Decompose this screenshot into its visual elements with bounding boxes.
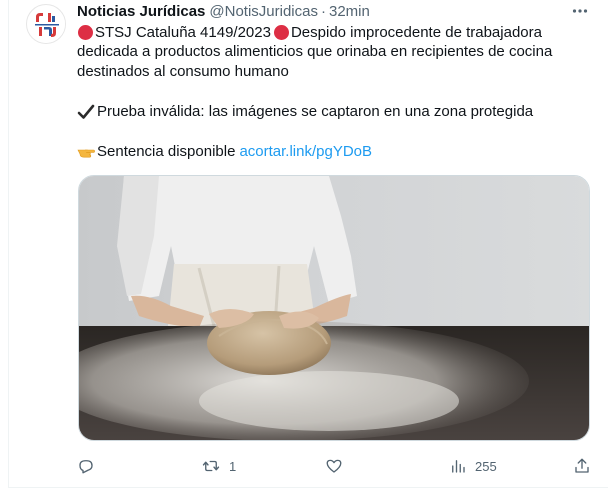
author-name[interactable]: Noticias Jurídicas [77,3,205,20]
tweet-image[interactable] [78,175,590,441]
reply-icon [79,460,93,474]
tweet-text-line-2: dedicada a productos alimenticios que or… [77,43,553,60]
tweet-text-line-3: destinados al consumo humano [77,63,289,80]
avatar[interactable] [26,4,66,44]
heart-icon [326,459,342,473]
tweet-text: Prueba inválida: las imágenes se captaro… [97,103,534,120]
check-mark-icon [77,104,95,119]
pointing-hand-icon [77,149,95,158]
kneading-dough-photo-icon [79,176,589,440]
separator: · [320,2,326,20]
analytics-icon [452,460,465,473]
tweet-text-line-1: STSJ Cataluña 4149/2023 Despido improced… [77,23,597,43]
retweet-button[interactable]: 1 [201,456,236,476]
like-button[interactable] [325,456,351,476]
short-link[interactable]: acortar.link/pgYDoB [239,142,372,162]
tweet-text-line-5: Sentencia disponible acortar.link/pgYDoB [77,142,597,162]
views-count: 255 [475,458,497,474]
tweet-header: Noticias Jurídicas @NotisJuridicas · 32m… [77,2,370,20]
reply-button[interactable] [77,456,103,476]
retweet-count: 1 [229,458,237,474]
action-bar: 1 255 [77,456,597,476]
tweet-text: Sentencia disponible [97,143,236,160]
timestamp[interactable]: 32min [329,3,370,20]
tweet[interactable]: Noticias Jurídicas @NotisJuridicas · 32m… [0,0,608,488]
retweet-icon [202,460,220,472]
red-circle-icon [273,25,289,41]
share-button[interactable] [573,456,591,476]
case-reference: STSJ Cataluña 4149/2023 [95,24,271,41]
more-icon [572,9,588,13]
tweet-text: Despido improcedente de trabajadora [290,24,542,41]
red-circle-icon [78,25,93,41]
tweet-text-line-4: Prueba inválida: las imágenes se captaro… [77,102,597,122]
share-icon [575,458,589,473]
author-handle[interactable]: @NotisJuridicas [209,3,318,20]
logo-icon [28,6,65,43]
divider [8,0,9,488]
more-options-button[interactable]: ··· [568,2,592,20]
views-button[interactable]: 255 [449,456,497,476]
